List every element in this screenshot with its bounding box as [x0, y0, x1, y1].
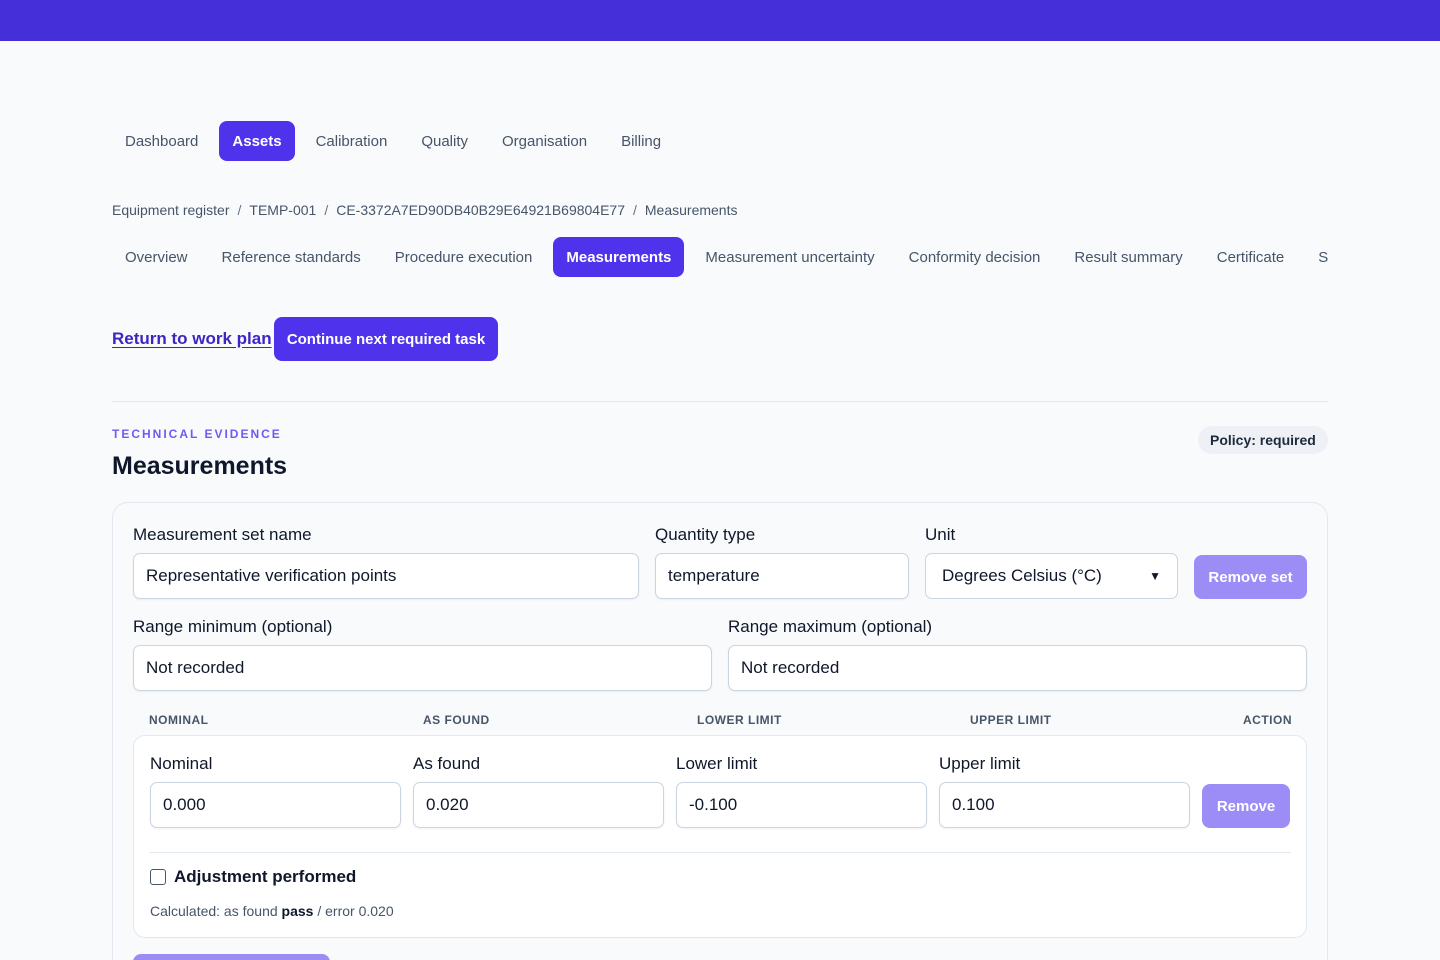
tab-overflow[interactable]: S [1305, 237, 1328, 277]
column-header-upper-limit: UPPER LIMIT [970, 713, 1052, 727]
range-min-input[interactable] [133, 645, 712, 691]
return-to-work-plan-link[interactable]: Return to work plan [112, 329, 272, 349]
breadcrumb-separator: / [633, 202, 637, 218]
nav-organisation[interactable]: Organisation [489, 121, 600, 161]
quantity-type-input[interactable] [655, 553, 909, 599]
tab-procedure-execution[interactable]: Procedure execution [382, 237, 546, 277]
column-header-nominal: NOMINAL [149, 713, 209, 727]
calc-suffix: / error 0.020 [317, 903, 394, 919]
breadcrumb-asset[interactable]: TEMP-001 [249, 202, 316, 218]
as-found-label: As found [413, 754, 481, 773]
tab-result-summary[interactable]: Result summary [1061, 237, 1195, 277]
unit-selected-value: Degrees Celsius (°C) [942, 566, 1102, 585]
unit-select[interactable]: Degrees Celsius (°C) ▼ [925, 553, 1178, 599]
tab-measurement-uncertainty[interactable]: Measurement uncertainty [692, 237, 887, 277]
upper-limit-label: Upper limit [939, 754, 1021, 773]
tab-conformity-decision[interactable]: Conformity decision [896, 237, 1054, 277]
nav-calibration[interactable]: Calibration [303, 121, 401, 161]
unit-label: Unit [925, 525, 956, 544]
breadcrumb: Equipment register / TEMP-001 / CE-3372A… [112, 202, 737, 218]
tab-measurements[interactable]: Measurements [553, 237, 685, 277]
breadcrumb-current: Measurements [644, 202, 738, 218]
as-found-input[interactable] [413, 782, 664, 828]
breadcrumb-separator: / [324, 202, 329, 218]
adjustment-label[interactable]: Adjustment performed [174, 867, 356, 887]
policy-badge: Policy: required [1198, 426, 1328, 454]
remove-row-button[interactable]: Remove [1202, 784, 1290, 828]
calculated-result: Calculated: as found pass / error 0.020 [150, 903, 394, 919]
chevron-down-icon: ▼ [1149, 569, 1161, 583]
column-header-action: ACTION [1243, 713, 1292, 727]
breadcrumb-calibration-event[interactable]: CE-3372A7ED90DB40B29E64921B69804E77 [336, 202, 625, 218]
task-tabs: Overview Reference standards Procedure e… [112, 237, 1328, 277]
row-divider [150, 852, 1291, 853]
nav-quality[interactable]: Quality [408, 121, 481, 161]
set-name-input[interactable] [133, 553, 639, 599]
tab-reference-standards[interactable]: Reference standards [209, 237, 374, 277]
nav-assets[interactable]: Assets [219, 121, 295, 161]
adjustment-checkbox[interactable] [150, 869, 166, 885]
set-name-label: Measurement set name [133, 525, 312, 544]
nominal-input[interactable] [150, 782, 401, 828]
column-header-as-found: AS FOUND [423, 713, 490, 727]
nav-dashboard[interactable]: Dashboard [112, 121, 211, 161]
range-max-input[interactable] [728, 645, 1307, 691]
range-max-label: Range maximum (optional) [728, 617, 933, 636]
add-point-button[interactable] [133, 954, 330, 960]
lower-limit-input[interactable] [676, 782, 927, 828]
breadcrumb-equipment-register[interactable]: Equipment register [112, 202, 230, 218]
tab-certificate[interactable]: Certificate [1204, 237, 1298, 277]
page-title: Measurements [112, 452, 288, 480]
column-header-lower-limit: LOWER LIMIT [697, 713, 782, 727]
quantity-type-label: Quantity type [655, 525, 756, 544]
nominal-label: Nominal [150, 754, 213, 773]
calc-result: pass [281, 903, 314, 919]
upper-limit-input[interactable] [939, 782, 1190, 828]
section-eyebrow: TECHNICAL EVIDENCE [112, 427, 282, 441]
nav-billing[interactable]: Billing [608, 121, 674, 161]
range-min-label: Range minimum (optional) [133, 617, 333, 636]
main-nav: Dashboard Assets Calibration Quality Org… [112, 121, 682, 161]
continue-next-task-button[interactable]: Continue next required task [274, 317, 498, 361]
lower-limit-label: Lower limit [676, 754, 758, 773]
tab-overview[interactable]: Overview [112, 237, 201, 277]
remove-set-button[interactable]: Remove set [1194, 555, 1307, 599]
calc-prefix: Calculated: as found [150, 903, 278, 919]
top-brand-bar [0, 0, 1440, 41]
breadcrumb-separator: / [237, 202, 242, 218]
section-divider [112, 401, 1328, 402]
